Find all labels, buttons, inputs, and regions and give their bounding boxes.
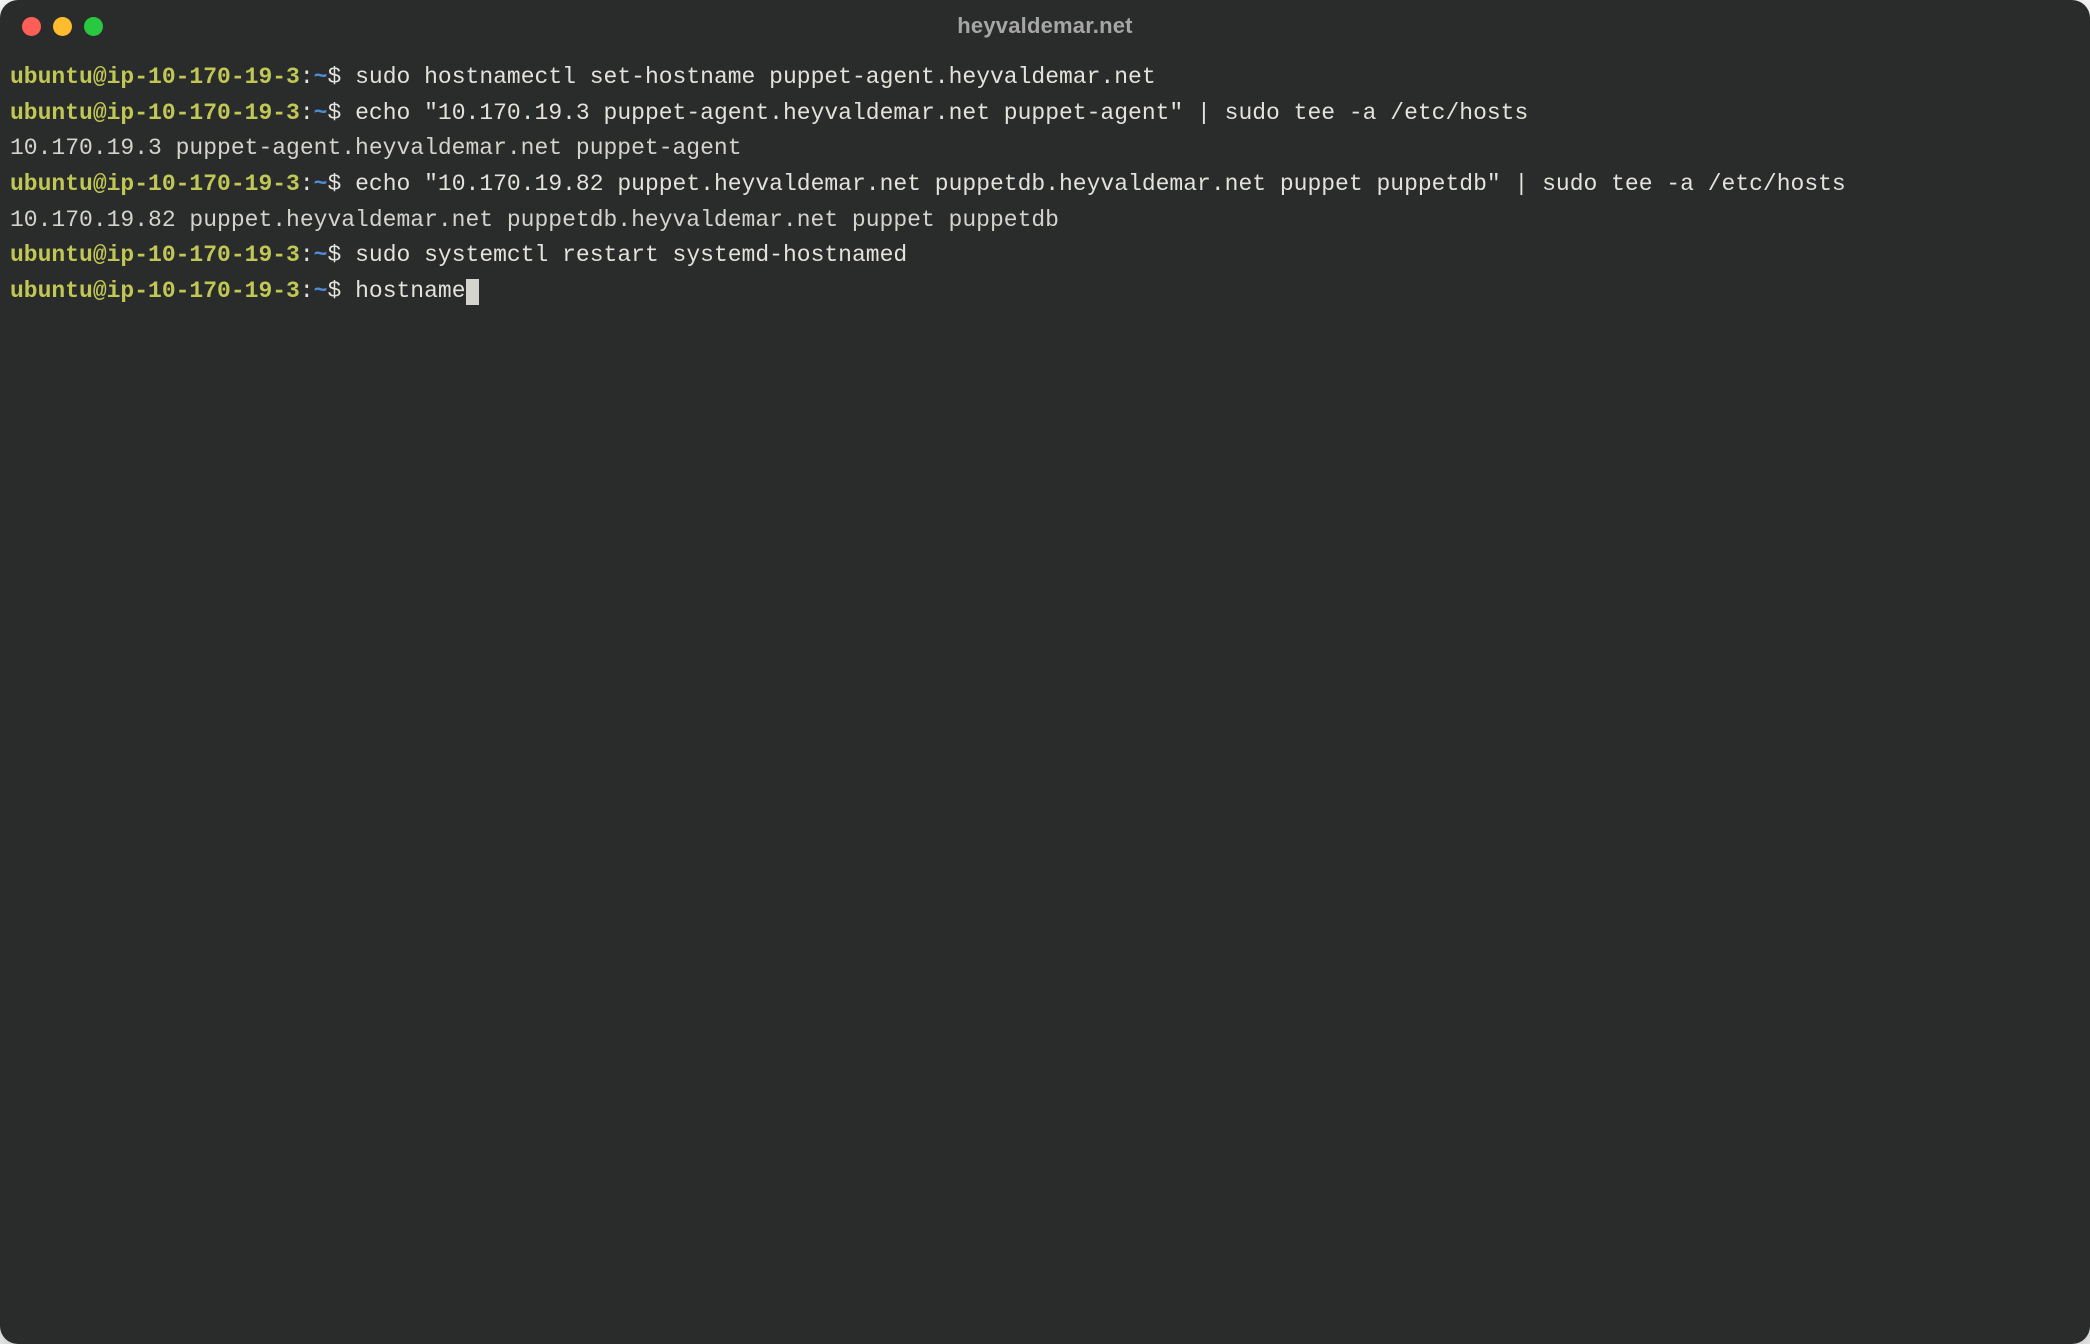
prompt-path: ~	[314, 100, 328, 126]
cursor-icon	[466, 279, 479, 305]
terminal-window: heyvaldemar.net ubuntu@ip-10-170-19-3:~$…	[0, 0, 2090, 1344]
terminal-prompt-line: ubuntu@ip-10-170-19-3:~$ echo "10.170.19…	[10, 96, 2080, 132]
minimize-icon[interactable]	[53, 17, 72, 36]
prompt-path: ~	[314, 64, 328, 90]
title-bar: heyvaldemar.net	[0, 0, 2090, 52]
terminal-output-line: 10.170.19.3 puppet-agent.heyvaldemar.net…	[10, 131, 2080, 167]
terminal-prompt-line: ubuntu@ip-10-170-19-3:~$ sudo systemctl …	[10, 238, 2080, 274]
zoom-icon[interactable]	[84, 17, 103, 36]
terminal-command: echo "10.170.19.3 puppet-agent.heyvaldem…	[355, 100, 1528, 126]
terminal-output: 10.170.19.82 puppet.heyvaldemar.net pupp…	[10, 207, 1059, 233]
prompt-user-host: ubuntu@ip-10-170-19-3	[10, 171, 300, 197]
prompt-dollar: $	[327, 171, 355, 197]
terminal-command: sudo systemctl restart systemd-hostnamed	[355, 242, 907, 268]
terminal-prompt-line: ubuntu@ip-10-170-19-3:~$ hostname	[10, 274, 2080, 310]
terminal-prompt-line: ubuntu@ip-10-170-19-3:~$ sudo hostnamect…	[10, 60, 2080, 96]
prompt-colon: :	[300, 278, 314, 304]
prompt-path: ~	[314, 242, 328, 268]
prompt-colon: :	[300, 242, 314, 268]
prompt-user-host: ubuntu@ip-10-170-19-3	[10, 64, 300, 90]
prompt-colon: :	[300, 100, 314, 126]
window-title: heyvaldemar.net	[0, 13, 2090, 39]
prompt-dollar: $	[327, 278, 355, 304]
terminal-output-line: 10.170.19.82 puppet.heyvaldemar.net pupp…	[10, 203, 2080, 239]
terminal-prompt-line: ubuntu@ip-10-170-19-3:~$ echo "10.170.19…	[10, 167, 2080, 203]
prompt-user-host: ubuntu@ip-10-170-19-3	[10, 100, 300, 126]
prompt-dollar: $	[327, 242, 355, 268]
terminal-command: echo "10.170.19.82 puppet.heyvaldemar.ne…	[355, 171, 1846, 197]
terminal-command: hostname	[355, 278, 465, 304]
prompt-user-host: ubuntu@ip-10-170-19-3	[10, 242, 300, 268]
terminal-output: 10.170.19.3 puppet-agent.heyvaldemar.net…	[10, 135, 742, 161]
prompt-path: ~	[314, 171, 328, 197]
prompt-colon: :	[300, 64, 314, 90]
prompt-dollar: $	[327, 100, 355, 126]
prompt-colon: :	[300, 171, 314, 197]
traffic-lights	[22, 17, 103, 36]
prompt-path: ~	[314, 278, 328, 304]
terminal-body[interactable]: ubuntu@ip-10-170-19-3:~$ sudo hostnamect…	[0, 52, 2090, 1344]
close-icon[interactable]	[22, 17, 41, 36]
prompt-dollar: $	[327, 64, 355, 90]
prompt-user-host: ubuntu@ip-10-170-19-3	[10, 278, 300, 304]
terminal-command: sudo hostnamectl set-hostname puppet-age…	[355, 64, 1156, 90]
